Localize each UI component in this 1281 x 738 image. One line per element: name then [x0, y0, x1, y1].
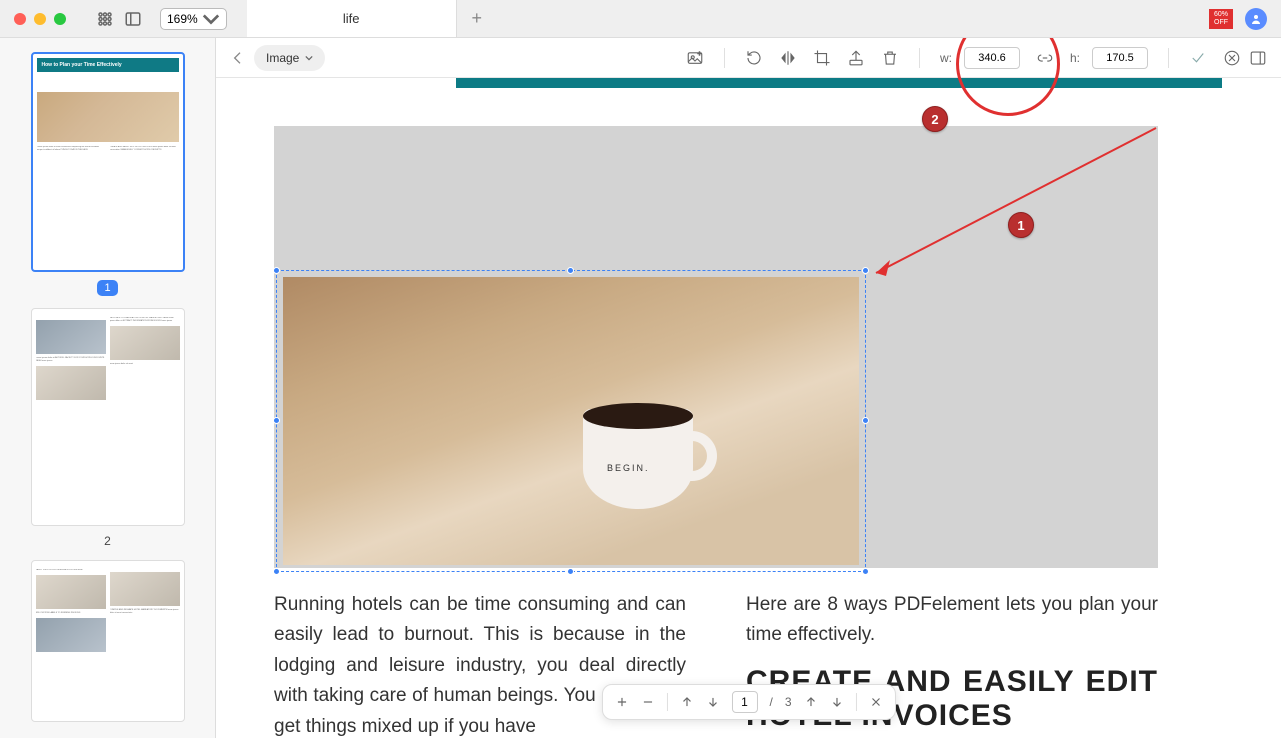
back-button[interactable]: [230, 50, 246, 66]
mug-graphic: BEGIN.: [577, 391, 717, 521]
page-header-bar: [456, 78, 1222, 88]
page-total: 3: [785, 695, 792, 709]
page-thumbnail-1[interactable]: How to Plan your Time Effectively Lorem …: [31, 52, 185, 272]
thumb1-title: How to Plan your Time Effectively: [37, 58, 179, 72]
resize-handle-tm[interactable]: [567, 267, 574, 274]
resize-handle-bm[interactable]: [567, 568, 574, 575]
confirm-icon[interactable]: [1189, 49, 1207, 67]
new-tab-button[interactable]: +: [457, 0, 497, 37]
resize-handle-br[interactable]: [862, 568, 869, 575]
grid-icon[interactable]: [96, 10, 114, 28]
next-page-icon[interactable]: [830, 695, 844, 709]
page-input[interactable]: [731, 691, 757, 713]
resize-handle-mr[interactable]: [862, 417, 869, 424]
close-nav-icon[interactable]: [869, 695, 883, 709]
resize-handle-tr[interactable]: [862, 267, 869, 274]
cancel-icon[interactable]: [1223, 49, 1241, 67]
delete-icon[interactable]: [881, 49, 899, 67]
toggle-right-panel-icon[interactable]: [1249, 49, 1267, 67]
height-label: h:: [1070, 51, 1080, 65]
page-sep: /: [769, 695, 772, 709]
flip-icon[interactable]: [779, 49, 797, 67]
height-input[interactable]: [1092, 47, 1148, 69]
account-avatar[interactable]: [1245, 8, 1267, 30]
zoom-select[interactable]: 169%: [160, 8, 227, 30]
mug-label: BEGIN.: [607, 463, 650, 473]
page-navigation: / 3: [601, 684, 895, 720]
chevron-down-icon: [202, 10, 220, 28]
width-label: w:: [940, 51, 952, 65]
sidebar-toggle-icon[interactable]: [124, 10, 142, 28]
zoom-in-icon[interactable]: [614, 695, 628, 709]
page-thumbnail-3[interactable]: EASILY PRINT HOTEL RESERVATION FORM lore…: [31, 560, 185, 722]
close-window[interactable]: [14, 13, 26, 25]
resize-handle-tl[interactable]: [273, 267, 280, 274]
fullscreen-window[interactable]: [54, 13, 66, 25]
page-num-2: 2: [0, 534, 215, 548]
object-type-select[interactable]: Image: [254, 45, 325, 71]
crop-icon[interactable]: [813, 49, 831, 67]
object-type-label: Image: [266, 51, 299, 65]
selected-image[interactable]: BEGIN.: [276, 270, 866, 572]
page-num-1: 1: [0, 280, 215, 296]
resize-handle-bl[interactable]: [273, 568, 280, 575]
annotation-step-1: 1: [1008, 212, 1034, 238]
tab-label: life: [343, 11, 360, 26]
zoom-out-icon[interactable]: [640, 695, 654, 709]
last-page-icon[interactable]: [705, 695, 719, 709]
page-thumbnail-2[interactable]: Lorem ipsum dolor sit AUTOFILL FACILITY …: [31, 308, 185, 526]
prev-page-icon[interactable]: [804, 695, 818, 709]
right-intro: Here are 8 ways PDFelement lets you plan…: [746, 594, 1158, 645]
promo-badge[interactable]: 60% OFF: [1209, 9, 1233, 29]
annotation-step-2: 2: [922, 106, 948, 132]
thumbnails-sidebar[interactable]: How to Plan your Time Effectively Lorem …: [0, 38, 216, 738]
export-icon[interactable]: [847, 49, 865, 67]
minimize-window[interactable]: [34, 13, 46, 25]
rotate-icon[interactable]: [745, 49, 763, 67]
replace-image-icon[interactable]: [686, 49, 704, 67]
document-tab[interactable]: life: [247, 0, 457, 37]
first-page-icon[interactable]: [679, 695, 693, 709]
zoom-value: 169%: [167, 12, 198, 26]
chevron-down-icon: [305, 54, 313, 62]
resize-handle-ml[interactable]: [273, 417, 280, 424]
